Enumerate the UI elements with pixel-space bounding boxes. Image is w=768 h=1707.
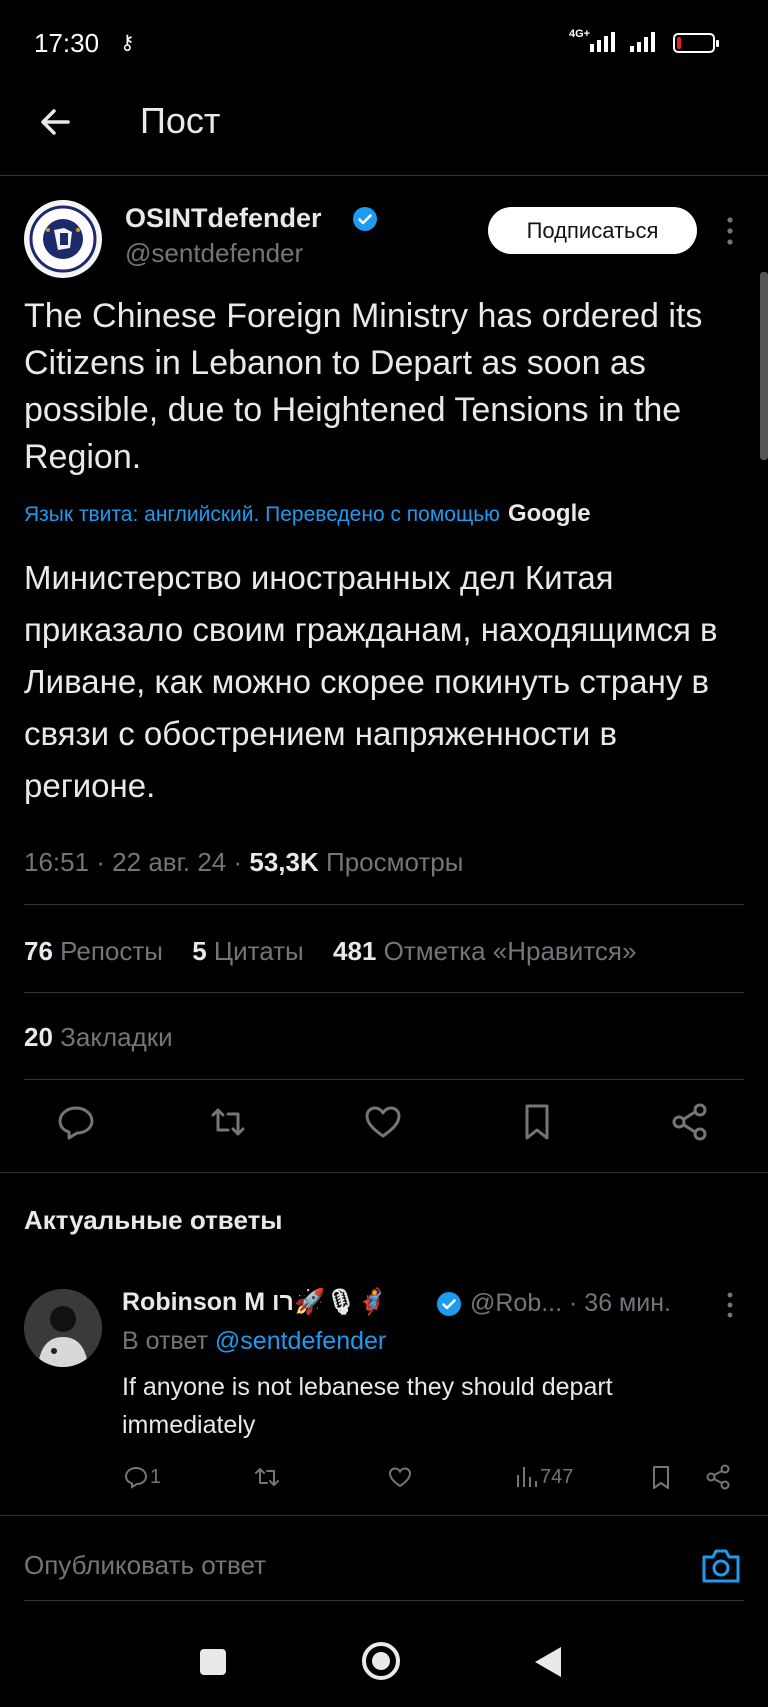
divider [0, 1172, 768, 1173]
reply-repost-button[interactable] [252, 1462, 282, 1492]
share-icon [706, 1464, 730, 1490]
bookmark-icon [653, 1466, 669, 1489]
divider [24, 1079, 744, 1080]
reply-text: If anyone is not lebanese they should de… [122, 1373, 613, 1439]
divider [24, 904, 744, 905]
signal-icon-2 [630, 32, 655, 52]
likes-count: 481 [332, 936, 377, 966]
author-handle[interactable]: @sentdefender [125, 238, 303, 269]
replying-prefix: В ответ [122, 1327, 208, 1355]
likes-label: Отметка «Нравится» [383, 936, 637, 966]
network-type: 4G+ [569, 28, 591, 40]
reposts-label: Репосты [60, 936, 163, 966]
views-label: Просмотры [326, 847, 464, 877]
reply-composer-input[interactable]: Опубликовать ответ [24, 1550, 266, 1581]
reply-bookmark-button[interactable] [648, 1462, 674, 1492]
reply-icon [124, 1466, 148, 1489]
translation-note[interactable]: Язык твита: английский. Переведено с пом… [24, 500, 591, 528]
recent-apps-icon[interactable] [199, 1648, 227, 1676]
divider [24, 992, 744, 993]
battery-level [677, 37, 681, 49]
camera-icon[interactable] [700, 1547, 742, 1585]
back-nav-icon[interactable] [533, 1645, 563, 1679]
quotes-stat[interactable]: 5 Цитаты [192, 936, 304, 966]
bookmarks-stat[interactable]: 20 Закладки [24, 1022, 173, 1053]
reply-share-button[interactable] [704, 1462, 732, 1492]
repost-icon[interactable] [206, 1100, 250, 1144]
like-icon[interactable] [361, 1100, 405, 1144]
post-stats: 76 Репосты 5 Цитаты 481 Отметка «Нравитс… [24, 936, 658, 967]
reply-author-handle[interactable]: @Rob... · 36 мин. [470, 1289, 671, 1318]
repost-icon [255, 1468, 279, 1486]
reply-more-options-icon[interactable] [720, 1290, 740, 1320]
author-name[interactable]: OSINTdefender [125, 203, 322, 234]
post-action-bar [0, 1100, 768, 1152]
google-logo: Google [507, 500, 591, 527]
key-icon: ⚷ [120, 32, 135, 54]
bookmarks-count: 20 [24, 1022, 53, 1052]
post-timestamp: 16:51 · 22 авг. 24 · [24, 847, 243, 877]
quotes-label: Цитаты [213, 936, 304, 966]
status-bar: 17:30 ⚷ 4G+ [0, 0, 768, 88]
reply-verified-badge-icon [437, 1292, 461, 1316]
reposts-stat[interactable]: 76 Репосты [24, 936, 163, 966]
bookmark-icon[interactable] [515, 1100, 559, 1144]
quotes-count: 5 [192, 936, 207, 966]
signal-icon [590, 32, 615, 52]
bookmarks-label: Закладки [60, 1022, 173, 1052]
translation-note-text: Язык твита: английский. Переведено с пом… [24, 503, 500, 526]
author-avatar[interactable] [24, 200, 102, 278]
reply-reply-button[interactable]: 1 [122, 1462, 161, 1492]
reply-views-count: 747 [540, 1465, 574, 1488]
header-divider [0, 175, 768, 176]
verified-badge-icon [353, 207, 377, 231]
reply-views-button[interactable]: 747 [514, 1462, 573, 1492]
battery-icon [673, 33, 719, 53]
views-count: 53,3K [249, 847, 319, 877]
reply-avatar-photo [24, 1289, 102, 1367]
avatar-logo-icon [25, 201, 101, 277]
reply-action-bar: 1 747 [122, 1462, 742, 1496]
post-meta: 16:51 · 22 авг. 24 · 53,3K Просмотры [24, 847, 463, 878]
scrollbar[interactable] [760, 272, 768, 460]
views-chart-icon [517, 1467, 537, 1487]
replying-to: В ответ @sentdefender [122, 1327, 386, 1356]
more-options-icon[interactable] [720, 214, 740, 248]
reply-author-name[interactable]: Robinson M רו🚀🎙🦸 [122, 1288, 388, 1317]
system-nav-bar [0, 1620, 768, 1707]
post-text: The Chinese Foreign Ministry has ordered… [24, 297, 703, 476]
replying-to-link[interactable]: @sentdefender [215, 1327, 386, 1355]
composer-underline [24, 1600, 744, 1601]
reply-reply-count: 1 [150, 1465, 162, 1488]
back-arrow-icon[interactable] [34, 100, 78, 144]
divider [0, 1515, 768, 1516]
reply-like-button[interactable] [386, 1462, 414, 1492]
translated-text: Министерство иностранных дел Китая прика… [24, 559, 718, 804]
reposts-count: 76 [24, 936, 53, 966]
status-time: 17:30 [34, 28, 100, 58]
reply-avatar[interactable] [24, 1289, 102, 1367]
home-icon[interactable] [360, 1640, 402, 1682]
follow-button[interactable]: Подписаться [488, 207, 697, 254]
likes-stat[interactable]: 481 Отметка «Нравится» [333, 936, 636, 966]
like-icon [388, 1467, 412, 1488]
page-title: Пост [140, 100, 221, 141]
replies-section-title: Актуальные ответы [24, 1205, 283, 1235]
reply-icon[interactable] [54, 1100, 98, 1144]
share-icon[interactable] [668, 1100, 712, 1144]
